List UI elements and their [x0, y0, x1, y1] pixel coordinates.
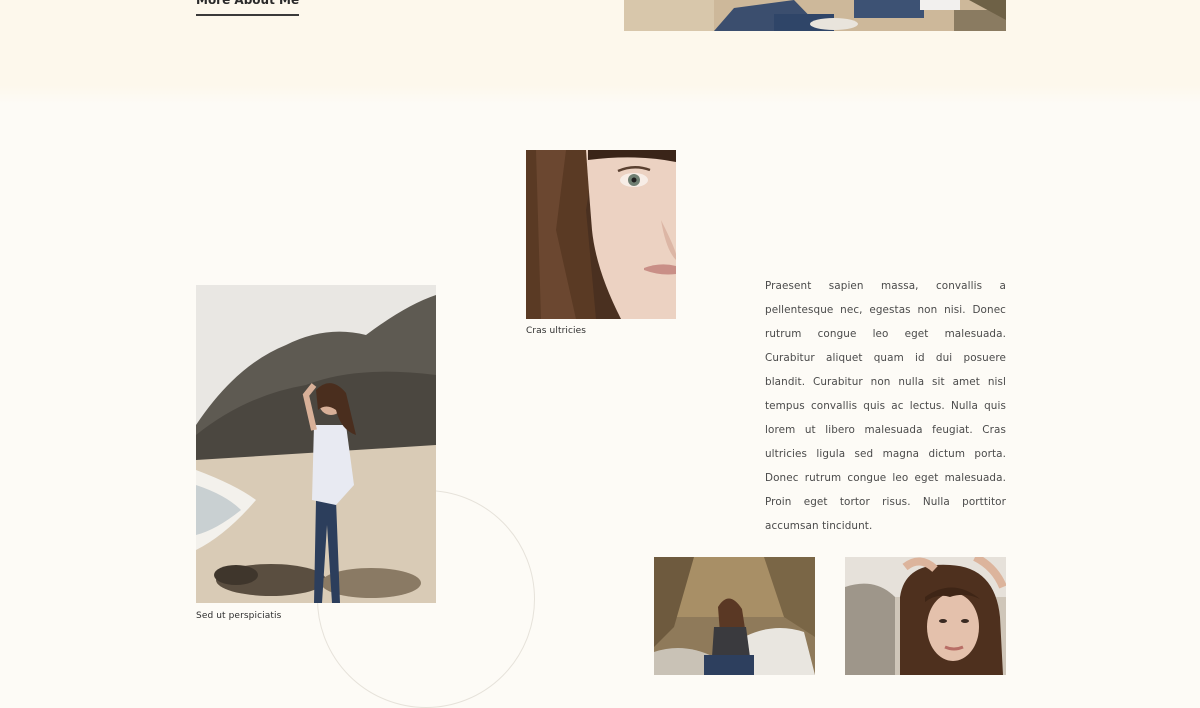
beach-portrait-photo [196, 285, 436, 603]
hero-section-bottom [0, 0, 1200, 104]
beach-photo-caption: Sed ut perspiciatis [196, 611, 282, 621]
more-about-me-link[interactable]: More About Me [196, 0, 300, 16]
rocks-sitting-photo [654, 557, 815, 675]
face-photo-caption: Cras ultricies [526, 326, 587, 336]
hero-photo [624, 0, 1006, 31]
article-paragraph: Praesent sapien massa, convallis a pelle… [765, 280, 1006, 532]
face-closeup-photo [526, 150, 676, 319]
wind-hair-photo [845, 557, 1006, 675]
